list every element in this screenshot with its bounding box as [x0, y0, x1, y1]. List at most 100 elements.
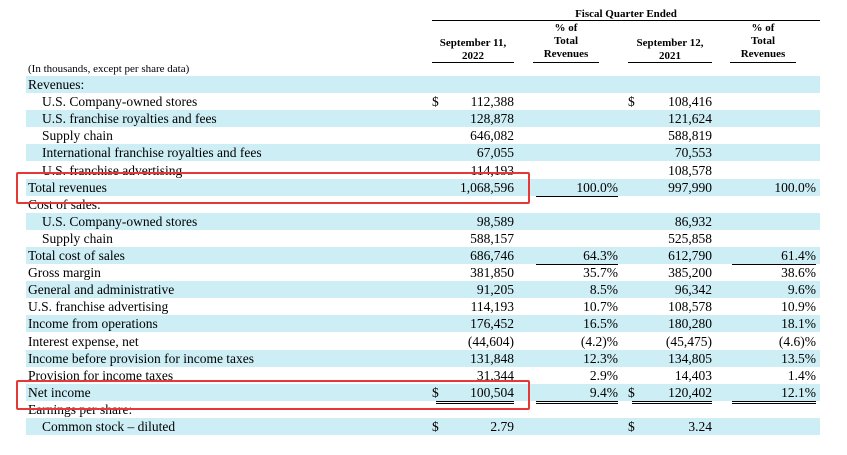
value-2022: 98,589 [476, 213, 514, 229]
pct-2022: 35.7% [583, 265, 618, 281]
row-label: Total cost of sales [28, 248, 125, 263]
value-2022 [436, 76, 514, 93]
pct-2022 [536, 213, 618, 230]
row-label: Supply chain [42, 230, 113, 246]
pct-2021: 38.6% [781, 265, 816, 281]
pct-2021 [732, 196, 816, 213]
table-row: Total cost of sales 686,746 64.3% 612,790 61… [26, 247, 820, 265]
row-label: U.S. Company-owned stores [42, 213, 198, 229]
pct-2022: 2.9% [536, 367, 618, 385]
pct-2021 [732, 110, 816, 127]
row-label: U.S. franchise royalties and fees [42, 111, 217, 127]
value-2022 [436, 196, 514, 213]
row-label: U.S. franchise advertising [42, 162, 183, 178]
value-2022: 114,193 [470, 299, 514, 315]
pct-2022 [536, 110, 618, 127]
value-2022: 646,082 [470, 128, 514, 144]
pct-2021 [732, 401, 816, 418]
value-2022: 588,157 [436, 230, 514, 248]
col-pct-2022-header: % of Total Revenues [543, 22, 589, 60]
row-label: Revenues: [28, 77, 85, 92]
value-2021: 86,932 [674, 213, 712, 229]
value-2021: 525,858 [632, 230, 712, 248]
row-label: Income before provision for income taxes [28, 350, 255, 366]
value-2021: 108,416 [668, 94, 712, 110]
pct-2022: 16.5% [583, 316, 618, 332]
value-2022: 131,848 [470, 350, 514, 366]
pct-2021: 61.4% [732, 247, 816, 265]
row-label: Gross margin [28, 265, 101, 281]
value-2021: (45,475) [665, 333, 712, 349]
value-2021: 385,200 [668, 265, 712, 281]
pct-2021 [732, 144, 816, 161]
pct-2021: 13.5% [781, 350, 816, 366]
col3-header-rule [628, 62, 712, 63]
table-row: Common stock – diluted $2.79 $3.24 [26, 418, 820, 435]
row-label: Net income [28, 384, 91, 400]
table-row: U.S. franchise advertising 114,193 108,578 [26, 162, 820, 180]
col-sep-11-2022-header: September 11, 2022 [439, 37, 507, 62]
pct-2022: 8.5% [589, 282, 618, 298]
pct-2022 [536, 162, 618, 179]
pct-2022 [536, 418, 618, 435]
value-2022: 686,746 [470, 248, 514, 263]
value-2022: 114,193 [436, 162, 514, 180]
row-label: Cost of sales: [28, 196, 101, 212]
col-pct-2021-header: % of Total Revenues [740, 22, 786, 60]
header-rule-top [432, 20, 820, 21]
pct-2021 [732, 418, 816, 435]
row-label: Total revenues [28, 179, 107, 195]
value-2022: 176,452 [470, 316, 514, 332]
table-row: Total revenues 1,068,596 100.0% 997,990 100.… [26, 178, 820, 197]
pct-2021 [732, 213, 816, 230]
value-2021: 14,403 [632, 367, 712, 385]
value-2022: 67,055 [476, 145, 514, 161]
value-2021: 997,990 [668, 179, 712, 195]
value-2021: 612,790 [668, 248, 712, 263]
table-row: Provision for income taxes 31,344 2.9% 14,4… [26, 367, 820, 385]
col2-header-rule [533, 62, 599, 63]
value-2022: 31,344 [436, 367, 514, 385]
pct-2022 [536, 76, 618, 93]
pct-2022: 10.7% [583, 299, 618, 315]
table-row: Revenues: [26, 76, 820, 93]
pct-2022: 100.0% [536, 179, 618, 197]
value-2021: 3.24 [688, 419, 712, 434]
pct-2021 [732, 76, 816, 93]
pct-2021 [732, 230, 816, 247]
pct-2022: (4.2)% [580, 333, 618, 349]
col-sep-12-2021-header: September 12, 2021 [636, 37, 704, 62]
row-label: Income from operations [28, 316, 158, 332]
col4-header-rule [730, 62, 796, 63]
table-row: U.S. Company-owned stores $112,388 $108,41… [26, 93, 820, 110]
table-row: Cost of sales: [26, 196, 820, 213]
pct-2021: 18.1% [781, 316, 816, 332]
table-row: Income before provision for income taxes… [26, 349, 820, 367]
units-note: (In thousands, except per share data) [28, 63, 190, 75]
pct-2022 [536, 230, 618, 247]
row-label: U.S. franchise advertising [28, 299, 169, 315]
pct-2021: 1.4% [732, 367, 816, 385]
value-2022: 112,388 [470, 94, 514, 110]
row-label: Interest expense, net [28, 333, 139, 349]
pct-2022: 12.3% [583, 350, 618, 366]
col1-header-rule [432, 62, 514, 63]
table-row: U.S. Company-owned stores 98,589 86,932 [26, 212, 820, 230]
row-label: General and administrative [28, 282, 175, 298]
pct-2021: (4.6)% [778, 333, 816, 349]
value-2021: 108,578 [632, 162, 712, 180]
value-2022: 128,878 [470, 111, 514, 127]
pct-2022 [536, 196, 618, 213]
table-row: Income from operations 176,452 16.5% 180,28… [26, 315, 820, 333]
row-label: Supply chain [42, 128, 113, 144]
row-label: Earnings per share: [28, 401, 133, 417]
row-label: International franchise royalties and fe… [42, 145, 262, 161]
table-row: Supply chain 588,157 525,858 [26, 230, 820, 248]
row-label: U.S. Company-owned stores [42, 94, 198, 110]
row-label: Provision for income taxes [28, 367, 174, 383]
table-row: General and administrative 91,205 8.5% 96,3… [26, 281, 820, 299]
table-row: U.S. franchise advertising 114,193 10.7% 10… [26, 298, 820, 315]
value-2022: 2.79 [490, 419, 514, 434]
pct-2022 [536, 127, 618, 144]
row-label: Common stock – diluted [42, 419, 176, 434]
